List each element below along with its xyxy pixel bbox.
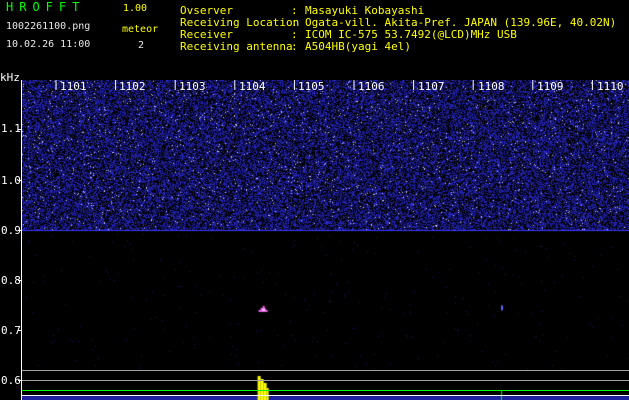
date-time: 10.02.26 11:00 <box>6 39 91 50</box>
spectrogram <box>22 80 629 370</box>
meteor-label: meteor <box>122 24 159 35</box>
x-tick-label: 1106 <box>358 80 385 93</box>
antenna-value: A504HB(yagi 4el) <box>305 40 411 53</box>
y-tick-label: 0.9 <box>1 224 21 237</box>
x-tick-label: 1110 <box>597 80 624 93</box>
y-tick-label: 1.0 <box>1 174 21 187</box>
level-graph <box>22 370 629 400</box>
x-tick-label: 1104 <box>239 80 266 93</box>
y-tick-label: 0.6 <box>1 374 21 387</box>
file-name: 1002261100.png <box>6 21 91 32</box>
meteor-count: 2 <box>138 40 145 51</box>
y-tick-label: 1.1 <box>1 122 21 135</box>
x-tick-label: 1103 <box>179 80 206 93</box>
x-tick-label: 1105 <box>298 80 325 93</box>
hrofft-window: HROFFT 1.00 1002261100.png 10.02.26 11:0… <box>0 0 629 400</box>
antenna-label: Receiving antenna <box>180 40 293 53</box>
meta-colon: : <box>291 40 298 53</box>
x-tick-label: 1109 <box>537 80 564 93</box>
y-tick-label: 0.8 <box>1 274 21 287</box>
x-tick-label: 1107 <box>418 80 445 93</box>
x-tick-label: 1101 <box>60 80 87 93</box>
x-tick-label: 1102 <box>119 80 146 93</box>
x-tick-label: 1108 <box>478 80 505 93</box>
y-axis-unit: kHz <box>0 71 20 84</box>
app-version: 1.00 <box>123 3 148 14</box>
y-tick-label: 0.7 <box>1 324 21 337</box>
app-logo: HROFFT <box>6 0 86 14</box>
